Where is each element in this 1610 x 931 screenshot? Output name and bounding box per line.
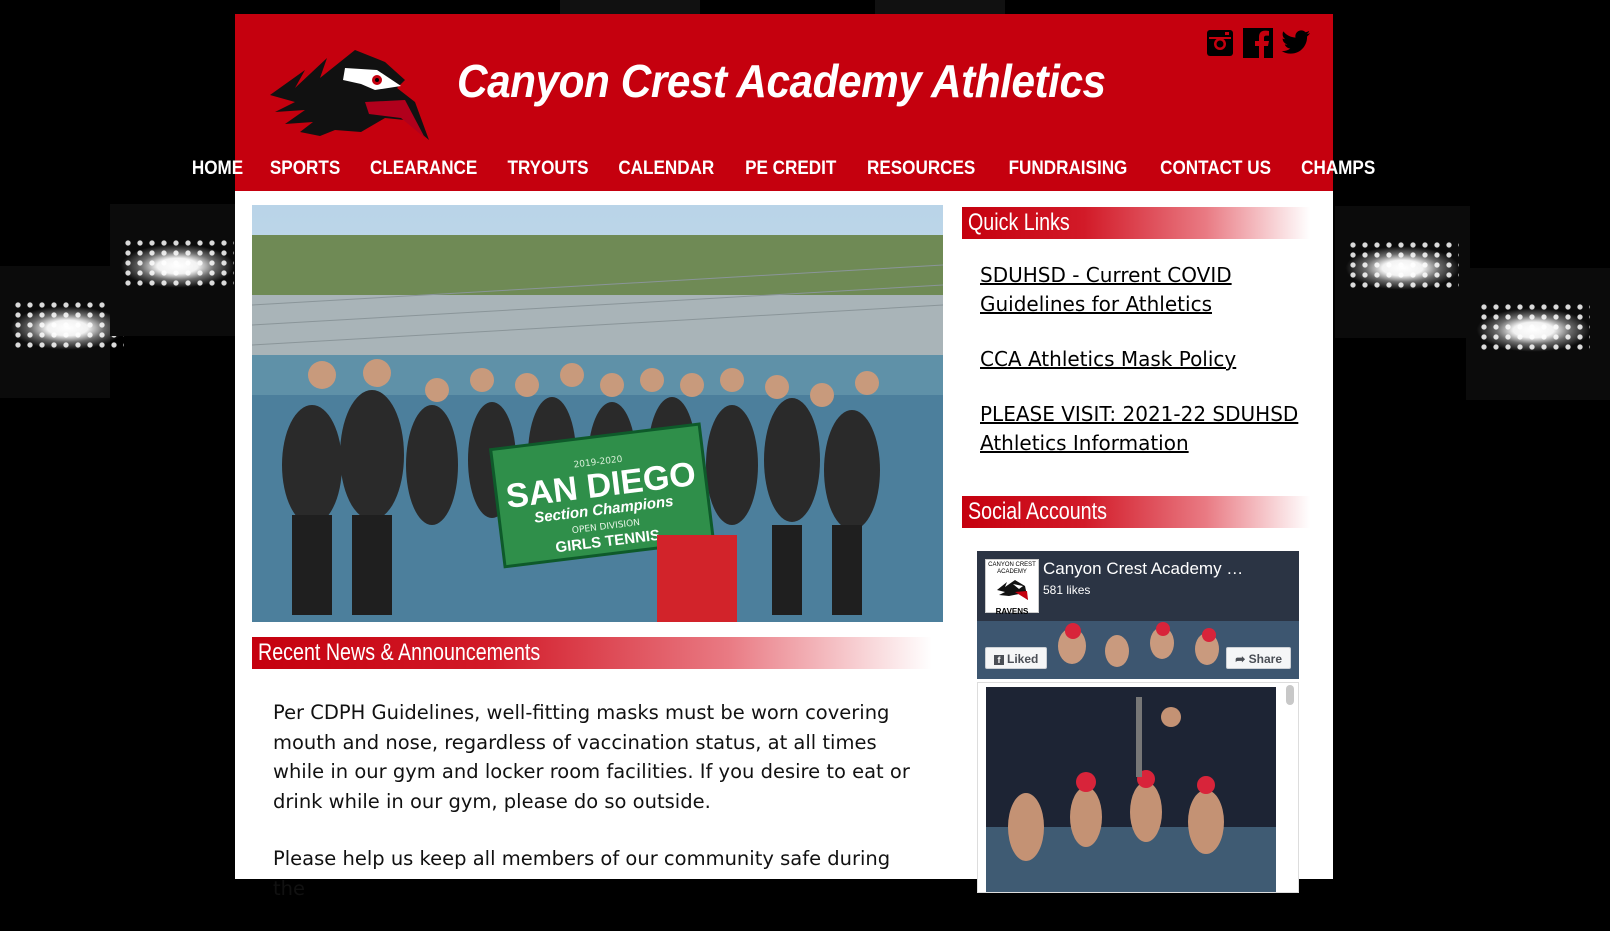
news-paragraph: Per CDPH Guidelines, well-fitting masks … [273, 701, 910, 813]
facebook-page-name[interactable]: Canyon Crest Academy … [1043, 559, 1243, 579]
nav-calendar[interactable]: CALENDAR [610, 152, 724, 186]
nav-clearance[interactable]: CLEARANCE [361, 152, 486, 186]
nav-home[interactable]: HOME [183, 152, 252, 186]
raven-logo-icon [997, 580, 1028, 600]
background-strip [875, 0, 1005, 14]
facebook-feed-scrollbar[interactable] [1286, 685, 1294, 705]
instagram-icon[interactable] [1205, 28, 1235, 58]
social-accounts-heading-bar: Social Accounts [962, 496, 1310, 528]
facebook-page-avatar[interactable]: CANYON CREST ACADEMY RAVENS [985, 559, 1039, 616]
quick-links-heading-bar: Quick Links [962, 207, 1310, 239]
news-heading: Recent News & Announcements [258, 639, 541, 666]
facebook-page-widget[interactable]: CANYON CREST ACADEMY RAVENS Canyon Crest… [977, 551, 1299, 679]
facebook-icon[interactable] [1243, 28, 1273, 58]
share-icon: ➦ [1235, 652, 1249, 666]
background-strip [560, 0, 700, 14]
quick-link-sduhsd-info[interactable]: PLEASE VISIT: 2021-22 SDUHSD Athletics I… [980, 400, 1310, 458]
facebook-icon: f [994, 655, 1004, 665]
quick-link-covid-guidelines[interactable]: SDUHSD - Current COVID Guidelines for At… [980, 261, 1310, 319]
quick-link-mask-policy[interactable]: CCA Athletics Mask Policy [980, 345, 1310, 374]
nav-champs[interactable]: CHAMPS [1292, 152, 1384, 186]
twitter-icon[interactable] [1281, 28, 1311, 58]
news-content: Per CDPH Guidelines, well-fitting masks … [273, 698, 923, 931]
page-container: Canyon Crest Academy Athletics HOME SPOR… [192, 14, 1375, 900]
raven-logo[interactable] [265, 40, 431, 148]
news-paragraph: Please help us keep all members of our c… [273, 847, 891, 900]
nav-fundraising[interactable]: FUNDRAISING [999, 152, 1136, 186]
social-accounts-heading: Social Accounts [968, 498, 1107, 525]
social-links [1205, 28, 1311, 58]
facebook-post[interactable] [977, 682, 1299, 893]
site-header: Canyon Crest Academy Athletics HOME SPOR… [192, 14, 1375, 191]
facebook-share-button[interactable]: ➦ Share [1226, 647, 1291, 669]
stadium-light-decoration [110, 204, 245, 336]
nav-tryouts[interactable]: TRYOUTS [499, 152, 598, 186]
quick-links-heading: Quick Links [968, 209, 1070, 236]
nav-pe-credit[interactable]: PE CREDIT [736, 152, 845, 186]
facebook-like-count: 581 likes [1043, 583, 1091, 597]
nav-resources[interactable]: RESOURCES [858, 152, 984, 186]
main-nav: HOME SPORTS CLEARANCE TRYOUTS CALENDAR P… [192, 152, 1375, 186]
nav-sports[interactable]: SPORTS [261, 152, 349, 186]
quick-links-list: SDUHSD - Current COVID Guidelines for At… [980, 261, 1310, 484]
stadium-light-decoration [1335, 206, 1470, 338]
facebook-post-image [986, 687, 1276, 892]
facebook-liked-button[interactable]: f Liked [985, 647, 1048, 669]
stadium-light-decoration [1466, 268, 1610, 400]
nav-contact-us[interactable]: CONTACT US [1151, 152, 1280, 186]
team-photo-image: 2019-2020 SAN DIEGO Section Champions OP… [252, 205, 943, 622]
stadium-light-decoration [0, 266, 125, 398]
news-heading-bar: Recent News & Announcements [252, 637, 932, 669]
site-title[interactable]: Canyon Crest Academy Athletics [457, 54, 1106, 108]
hero-photo[interactable]: 2019-2020 SAN DIEGO Section Champions OP… [252, 205, 943, 622]
